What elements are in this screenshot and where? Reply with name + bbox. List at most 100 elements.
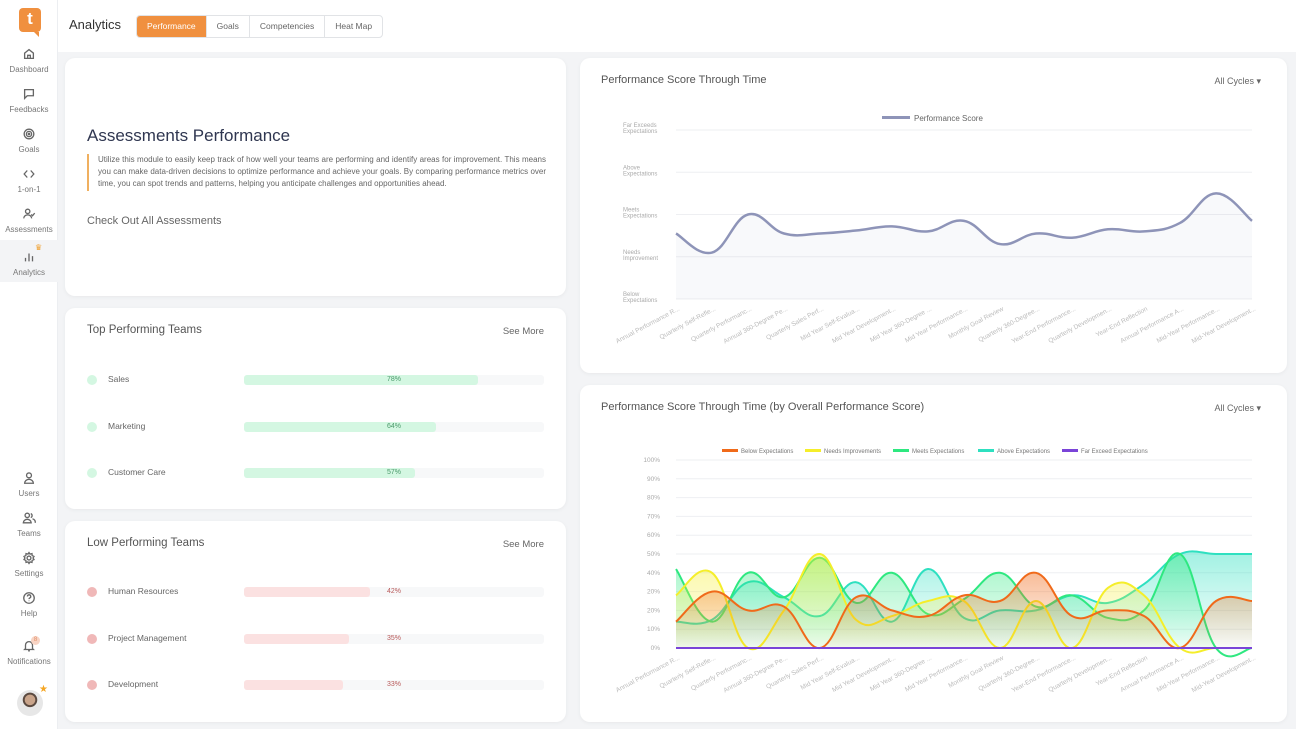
top-performing-teams-card: Top Performing Teams See More Sales 78% Ma… — [65, 308, 566, 509]
y-tick-label: Needs Improvement — [623, 250, 658, 262]
data-point — [891, 225, 893, 227]
team-percent-label: 78% — [386, 376, 401, 383]
x-tick-label: Annual Performance R... — [615, 655, 681, 695]
tab-heat-map[interactable]: Heat Map — [325, 16, 382, 37]
y-tick-label: 0% — [651, 645, 661, 652]
legend-swatch — [882, 116, 910, 119]
x-tick-label: Year-End Performance... — [1011, 654, 1077, 694]
team-percent-label: 35% — [386, 635, 401, 642]
team-percent-label: 42% — [386, 588, 401, 595]
team-progress-bar: 35% — [244, 634, 544, 644]
help-circle-icon — [0, 591, 58, 609]
sidebar-item-label: Feedbacks — [9, 105, 49, 114]
sidebar-item-users[interactable]: Users — [0, 468, 58, 508]
sidebar-item-label: Users — [18, 489, 40, 498]
page-title: Analytics — [69, 17, 122, 32]
team-row[interactable]: Human Resources 42% — [87, 585, 545, 599]
x-tick-label: Quarterly 360-Degree... — [977, 306, 1041, 344]
x-tick-label: Annual Performance A... — [1119, 306, 1185, 345]
check-out-assessments-link[interactable]: Check Out All Assessments — [87, 215, 222, 227]
x-tick-label: Mid-Year Development... — [1191, 305, 1257, 345]
y-tick-label: Far Exceeds Expectations — [623, 123, 657, 135]
low-teams-see-more-link[interactable]: See More — [503, 539, 544, 550]
tab-performance[interactable]: Performance — [137, 16, 207, 37]
team-name: Sales — [108, 374, 130, 384]
legend-label: Meets Expectations — [912, 449, 964, 455]
team-row[interactable]: Marketing 64% — [87, 420, 545, 434]
data-point — [1143, 230, 1145, 232]
x-tick-label: Mid Year Development... — [831, 654, 897, 694]
tab-competencies[interactable]: Competencies — [250, 16, 326, 37]
performance-score-chart-card: Performance Score Through Time All Cycle… — [580, 58, 1287, 373]
x-tick-label: Annual Performance R... — [615, 306, 681, 346]
y-tick-label: 40% — [647, 570, 660, 577]
legend-swatch — [893, 449, 909, 452]
data-point — [1107, 228, 1109, 230]
gear-icon — [0, 551, 58, 569]
sidebar-item-notifications[interactable]: 8 Notifications — [0, 636, 58, 674]
sidebar-item-label: Settings — [14, 569, 44, 578]
sidebar-item-feedbacks[interactable]: Feedbacks — [0, 84, 58, 124]
y-tick-label: Below Expectations — [623, 292, 657, 304]
data-point — [711, 252, 713, 254]
y-tick-label: 100% — [643, 457, 660, 464]
data-point — [1251, 220, 1253, 222]
target-icon — [0, 127, 58, 145]
low-teams-title: Low Performing Teams — [87, 537, 205, 549]
data-point — [783, 233, 785, 235]
crown-icon: ♛ — [35, 243, 43, 252]
team-progress-bar: 33% — [244, 680, 544, 690]
sidebar-item-label: Analytics — [12, 268, 45, 277]
team-name: Human Resources — [108, 586, 179, 596]
team-percent-label: 57% — [386, 469, 401, 476]
team-progress-bar: 78% — [244, 375, 544, 385]
team-row[interactable]: Development 33% — [87, 678, 545, 692]
x-tick-label: Mid Year Performance... — [904, 305, 969, 344]
sidebar-item-label: Teams — [17, 529, 41, 538]
y-tick-label: 20% — [647, 607, 660, 614]
star-icon: ★ — [39, 684, 48, 695]
sidebar-item-help[interactable]: Help — [0, 588, 58, 628]
sidebar-item-teams[interactable]: Teams — [0, 508, 58, 548]
low-performing-teams-card: Low Performing Teams See More Human Reso… — [65, 521, 566, 722]
team-row[interactable]: Sales 78% — [87, 373, 545, 387]
code-brackets-icon — [0, 167, 58, 185]
team-name: Development — [108, 679, 159, 689]
team-percent-label: 33% — [386, 681, 401, 688]
sidebar-item-label: Assessments — [5, 225, 53, 234]
sidebar-item-label: Dashboard — [9, 65, 49, 74]
analytics-tabs: Performance Goals Competencies Heat Map — [136, 15, 384, 38]
sidebar-item-goals[interactable]: Goals — [0, 124, 58, 164]
team-color-dot — [87, 634, 97, 644]
sidebar-item-1-on-1[interactable]: 1-on-1 — [0, 164, 58, 204]
x-tick-label: Mid-Year Development... — [1191, 654, 1257, 694]
y-tick-label: 10% — [647, 626, 660, 633]
top-teams-see-more-link[interactable]: See More — [503, 326, 544, 337]
data-point — [1035, 233, 1037, 235]
tab-goals[interactable]: Goals — [207, 16, 250, 37]
sidebar-item-assessments[interactable]: Assessments — [0, 204, 58, 244]
team-color-dot — [87, 680, 97, 690]
team-row[interactable]: Project Management 35% — [87, 632, 545, 646]
bell-icon — [0, 639, 58, 657]
legend-label: Above Expectations — [997, 449, 1050, 455]
x-tick-label: Mid Year Self-Evalua... — [800, 305, 862, 342]
x-tick-label: Quarterly Developmen... — [1047, 305, 1113, 344]
chat-bubble-icon — [0, 87, 58, 105]
y-tick-label: 50% — [647, 551, 660, 558]
app-logo[interactable]: t — [19, 8, 41, 37]
y-tick-label: 90% — [647, 476, 660, 483]
team-row[interactable]: Customer Care 57% — [87, 466, 545, 480]
home-icon — [0, 47, 58, 65]
data-point — [1179, 222, 1181, 224]
sidebar-item-analytics[interactable]: ♛ Analytics — [0, 240, 58, 282]
assessments-title: Assessments Performance — [87, 126, 291, 145]
data-point — [1071, 237, 1073, 239]
sidebar-item-settings[interactable]: Settings — [0, 548, 58, 588]
sidebar-item-dashboard[interactable]: Dashboard — [0, 44, 58, 84]
y-tick-label: Meets Expectations — [623, 208, 657, 220]
legend-swatch — [978, 449, 994, 452]
y-tick-label: 60% — [647, 532, 660, 539]
legend-label: Performance Score — [914, 114, 983, 123]
x-tick-label: Mid Year 360-Degree ... — [869, 654, 933, 693]
